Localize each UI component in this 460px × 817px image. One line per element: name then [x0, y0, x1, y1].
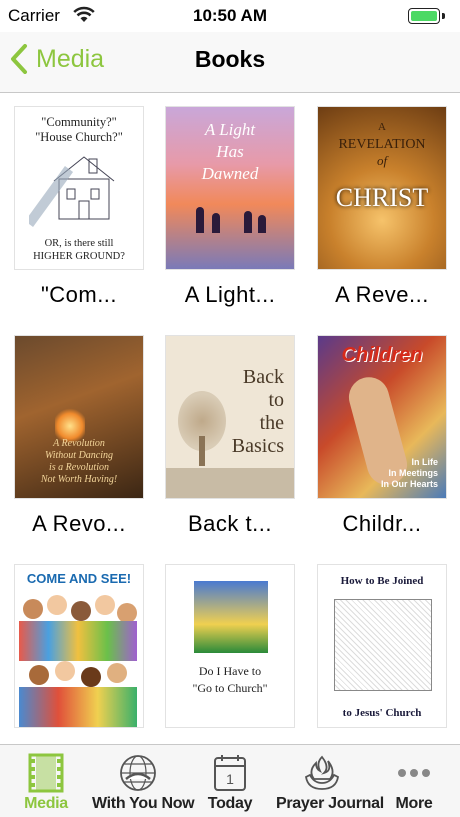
book-title: "Com... [40, 282, 118, 307]
book-item[interactable]: COME AND SEE! [9, 564, 149, 728]
book-title: Back t... [188, 511, 272, 536]
book-title: A Revo... [32, 511, 126, 536]
tab-prayer-journal[interactable]: Prayer Journal [276, 745, 384, 817]
book-cover: A REVELATION of CHRIST [317, 106, 447, 270]
tab-label: With You Now [92, 795, 195, 812]
tab-label: Today [207, 795, 253, 812]
book-title: Childr... [342, 511, 422, 536]
book-item[interactable]: Back to the Basics Back t... [160, 335, 300, 537]
book-cover: A Revolution Without Dancing is a Revoluti… [14, 335, 144, 499]
book-item[interactable]: A Light Has Dawned A Light... [160, 106, 300, 308]
book-cover: How to Be Joined to Jesus' Church [317, 564, 447, 728]
film-icon [28, 753, 64, 793]
book-title: A Light... [184, 282, 276, 307]
book-cover: Children In Life In Meetings In Our Hearts [317, 335, 447, 499]
tab-label: More [395, 795, 433, 812]
navigation-bar: Media Books [0, 32, 460, 93]
flame-hands-icon [305, 755, 339, 790]
book-title: A Reve... [335, 282, 429, 307]
book-cover: Back to the Basics [165, 335, 295, 499]
book-cover: "Community?" "House Church?" OR, is there… [14, 106, 144, 270]
tab-label: Media [24, 795, 68, 812]
svg-text:1: 1 [226, 771, 234, 787]
clock: 10:50 AM [192, 6, 267, 25]
tab-media[interactable]: Media [0, 745, 92, 817]
tab-label: Prayer Journal [276, 795, 384, 812]
book-item[interactable]: A Revolution Without Dancing is a Revoluti… [9, 335, 149, 537]
page-title: Books [194, 46, 266, 72]
tab-today[interactable]: 1 Today [184, 745, 276, 817]
book-item[interactable]: A REVELATION of CHRIST A Reve... [312, 106, 452, 308]
tab-more[interactable]: More [368, 745, 460, 817]
book-item[interactable]: Children In Life In Meetings In Our Hearts… [312, 335, 452, 537]
tab-bar: Media With You Now 1 Today Prayer Journa… [0, 744, 460, 817]
house-drawing [29, 156, 115, 227]
globe-hands-icon [120, 755, 156, 791]
book-cover: A Light Has Dawned [165, 106, 295, 270]
book-item[interactable]: How to Be Joined to Jesus' Church [312, 564, 452, 728]
book-cover: Do I Have to "Go to Church" [165, 564, 295, 728]
book-item[interactable]: Do I Have to "Go to Church" [160, 564, 300, 728]
more-dots-icon [398, 769, 430, 777]
book-cover: COME AND SEE! [14, 564, 144, 728]
status-bar: Carrier 10:50 AM [0, 0, 460, 32]
book-item[interactable]: "Community?" "House Church?" OR, is there… [9, 106, 149, 308]
book-grid: "Community?" "House Church?" OR, is there… [0, 93, 460, 745]
calendar-icon: 1 [214, 755, 246, 791]
tab-with-you-now[interactable]: With You Now [92, 745, 195, 817]
battery-icon [408, 8, 440, 24]
